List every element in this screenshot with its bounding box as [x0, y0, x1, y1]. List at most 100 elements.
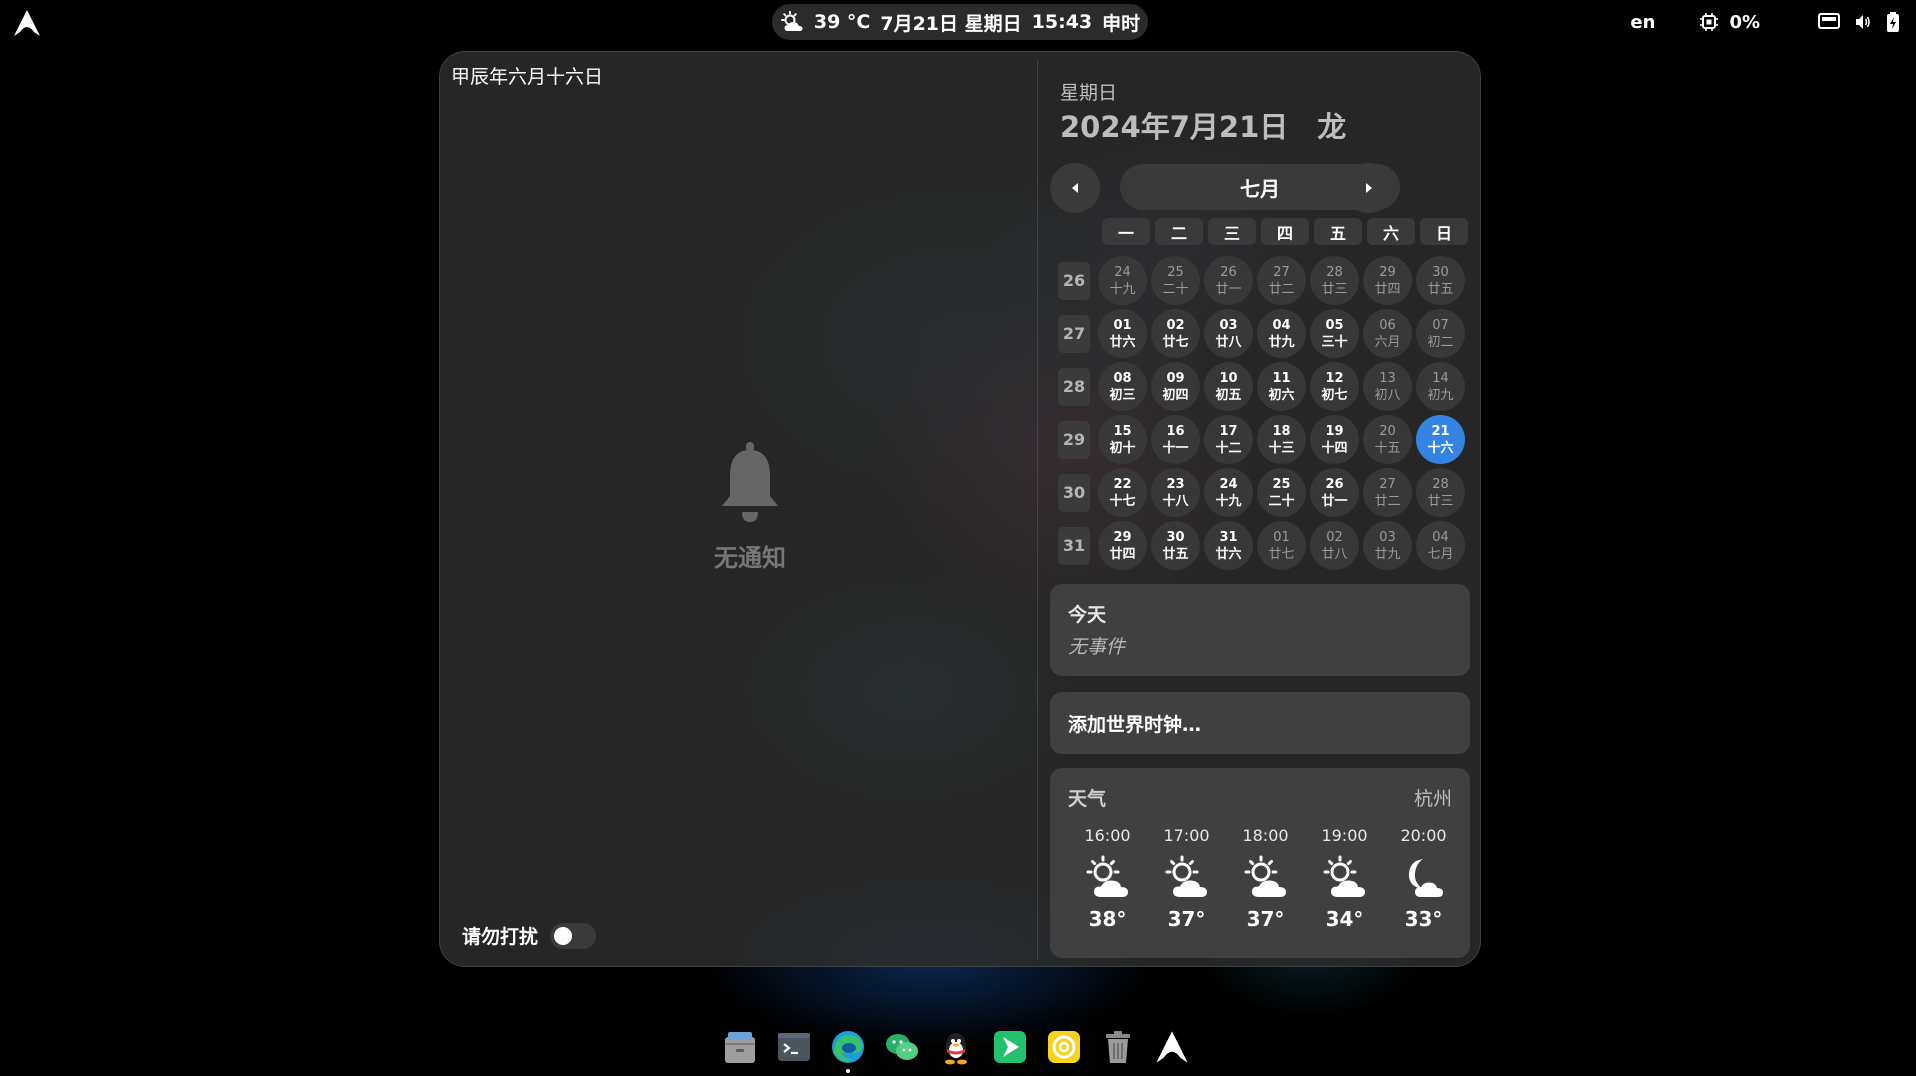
calendar-day[interactable]: 10 初五: [1204, 362, 1253, 411]
calendar-day-today[interactable]: 21 十六: [1416, 415, 1465, 464]
calendar-day[interactable]: 27 廿二: [1363, 468, 1412, 517]
calendar-day[interactable]: 02 廿七: [1151, 309, 1200, 358]
calendar-day-number: 21: [1431, 423, 1450, 439]
do-not-disturb-toggle[interactable]: [550, 922, 597, 949]
status-menu[interactable]: [1818, 12, 1900, 32]
calendar-day[interactable]: 19 十四: [1310, 415, 1359, 464]
calendar-day[interactable]: 04 七月: [1416, 521, 1465, 570]
play-store-icon: [994, 1031, 1026, 1063]
calendar-day[interactable]: 03 廿八: [1204, 309, 1253, 358]
dock-item-qq[interactable]: [936, 1027, 976, 1067]
calendar-day-lunar: 初九: [1427, 387, 1454, 403]
calendar-day[interactable]: 09 初四: [1151, 362, 1200, 411]
calendar-day[interactable]: 25 二十: [1151, 256, 1200, 305]
calendar-day[interactable]: 18 十三: [1257, 415, 1306, 464]
calendar-day[interactable]: 13 初八: [1363, 362, 1412, 411]
calendar-day[interactable]: 28 廿三: [1416, 468, 1465, 517]
keyboard-layout-indicator[interactable]: en: [1630, 12, 1655, 33]
calendar-day-number: 15: [1113, 423, 1132, 439]
calendar-day[interactable]: 24 十九: [1098, 256, 1147, 305]
calendar-week-row: 26 24 十九 25 二十 26 廿一 27 廿二 28 廿三 29 廿四 30 廿五: [1058, 254, 1469, 307]
calendar-day[interactable]: 15 初十: [1098, 415, 1147, 464]
weather-section[interactable]: 天气 杭州 16:00 38° 17:00 37° 18:00 37° 19:00 34° 20…: [1050, 768, 1470, 958]
calendar-week-row: 30 22 十七 23 十八 24 十九 25 二十 26 廿一 27 廿二 28 廿三: [1058, 466, 1469, 519]
calendar-grid: 26 24 十九 25 二十 26 廿一 27 廿二 28 廿三 29 廿四 30 廿五 27 01 廿六 02 廿七…: [1058, 254, 1469, 572]
calendar-day[interactable]: 22 十七: [1098, 468, 1147, 517]
calendar-day[interactable]: 26 廿一: [1204, 256, 1253, 305]
do-not-disturb: 请勿打扰: [462, 922, 597, 949]
today-full-date[interactable]: 2024年7月21日 龙: [1060, 104, 1346, 146]
dock-item-netease-music[interactable]: [1044, 1027, 1084, 1067]
calendar-day-lunar: 六月: [1374, 334, 1401, 350]
forecast-hour: 19:00 34°: [1305, 826, 1384, 931]
dock-item-files[interactable]: [720, 1027, 760, 1067]
partly-cloudy-day-icon: [780, 11, 803, 31]
calendar-day[interactable]: 14 初九: [1416, 362, 1465, 411]
calendar-day[interactable]: 01 廿六: [1098, 309, 1147, 358]
calendar-day-lunar: 十四: [1321, 440, 1348, 456]
calendar-day[interactable]: 27 廿二: [1257, 256, 1306, 305]
cpu-monitor[interactable]: 0%: [1699, 12, 1760, 33]
arch-linux-logo-icon[interactable]: [12, 8, 42, 38]
calendar-day-lunar: 廿一: [1321, 493, 1348, 509]
add-world-clock-button[interactable]: 添加世界时钟…: [1050, 692, 1470, 754]
calendar-day[interactable]: 17 十二: [1204, 415, 1253, 464]
system-tray: en 0%: [1630, 6, 1900, 38]
calendar-day[interactable]: 29 廿四: [1098, 521, 1147, 570]
weather-forecast: 16:00 38° 17:00 37° 18:00 37° 19:00 34° 20:00 33°: [1068, 826, 1463, 931]
calendar-day[interactable]: 04 廿九: [1257, 309, 1306, 358]
weekday-header: 三: [1208, 218, 1256, 245]
calendar-day-lunar: 廿九: [1374, 546, 1401, 562]
dock-item-wechat[interactable]: [882, 1027, 922, 1067]
calendar-day[interactable]: 28 廿三: [1310, 256, 1359, 305]
calendar-day-number: 28: [1326, 264, 1343, 280]
events-section[interactable]: 今天 无事件: [1050, 584, 1470, 676]
calendar-day[interactable]: 12 初七: [1310, 362, 1359, 411]
calendar-day[interactable]: 03 廿九: [1363, 521, 1412, 570]
calendar-day[interactable]: 30 廿五: [1416, 256, 1465, 305]
calendar-day[interactable]: 30 廿五: [1151, 521, 1200, 570]
forecast-hour: 17:00 37°: [1147, 826, 1226, 931]
calendar-day[interactable]: 25 二十: [1257, 468, 1306, 517]
calendar-day-number: 25: [1272, 476, 1291, 492]
dock-item-edge[interactable]: [828, 1027, 868, 1073]
calendar-day-number: 22: [1113, 476, 1132, 492]
calendar-day[interactable]: 31 廿六: [1204, 521, 1253, 570]
calendar-day-number: 11: [1272, 370, 1291, 386]
calendar-day[interactable]: 07 初二: [1416, 309, 1465, 358]
calendar-day[interactable]: 16 十一: [1151, 415, 1200, 464]
network-wired-icon: [1818, 13, 1840, 29]
prev-month-button[interactable]: [1050, 163, 1100, 213]
calendar-day[interactable]: 11 初六: [1257, 362, 1306, 411]
dock-item-arch[interactable]: [1152, 1027, 1192, 1067]
calendar-day-lunar: 廿八: [1215, 334, 1242, 350]
calendar-day[interactable]: 05 三十: [1310, 309, 1359, 358]
calendar-day[interactable]: 02 廿八: [1310, 521, 1359, 570]
calendar-day[interactable]: 06 六月: [1363, 309, 1412, 358]
calendar-day-lunar: 二十: [1268, 493, 1295, 509]
dock-item-app-store[interactable]: [990, 1027, 1030, 1067]
edge-browser-icon: [832, 1031, 864, 1063]
partly-cloudy-day-icon: [1086, 855, 1128, 897]
calendar-day[interactable]: 20 十五: [1363, 415, 1412, 464]
clock-date: 7月21日 星期日: [880, 12, 1022, 35]
week-number: 30: [1058, 473, 1090, 512]
dock-item-terminal[interactable]: [774, 1027, 814, 1067]
calendar-day-lunar: 廿五: [1427, 281, 1454, 297]
calendar-day-number: 20: [1379, 423, 1396, 439]
calendar-day[interactable]: 29 廿四: [1363, 256, 1412, 305]
calendar-day-lunar: 廿六: [1215, 546, 1242, 562]
chevron-right-icon: [1366, 183, 1372, 193]
calendar-day[interactable]: 08 初三: [1098, 362, 1147, 411]
clock-button[interactable]: 39 °C 7月21日 星期日 15:43 申时: [772, 4, 1148, 40]
dock-item-trash[interactable]: [1098, 1027, 1138, 1067]
calendar-day[interactable]: 26 廿一: [1310, 468, 1359, 517]
calendar-day[interactable]: 23 十八: [1151, 468, 1200, 517]
forecast-hour: 16:00 38°: [1068, 826, 1147, 931]
calendar-day[interactable]: 01 廿七: [1257, 521, 1306, 570]
next-month-button[interactable]: [1344, 163, 1394, 213]
calendar-day-lunar: 七月: [1427, 546, 1454, 562]
clock-temperature: 39 °C: [813, 11, 871, 33]
calendar-day[interactable]: 24 十九: [1204, 468, 1253, 517]
today-weekday[interactable]: 星期日: [1060, 78, 1117, 105]
